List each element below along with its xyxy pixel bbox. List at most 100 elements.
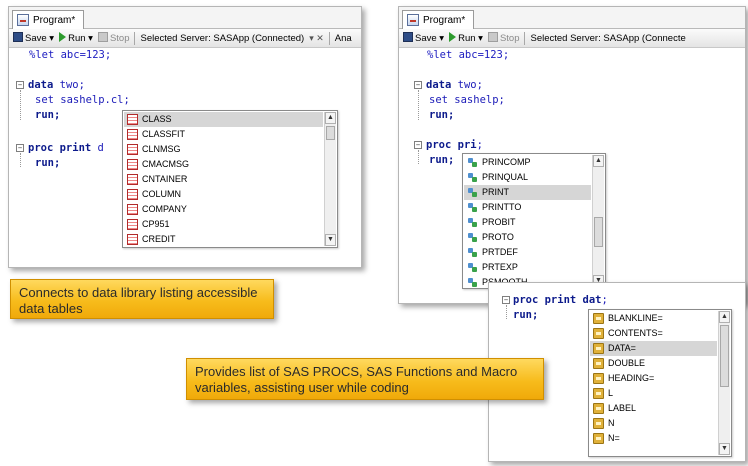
server-dropdown-icon[interactable]: ▾ ✕ xyxy=(309,33,324,44)
list-item-selected[interactable]: PRINT xyxy=(464,185,591,200)
list-item[interactable]: CMACMSG xyxy=(124,157,323,172)
list-item[interactable]: CLASSFIT xyxy=(124,127,323,142)
list-item[interactable]: COMPANY xyxy=(124,202,323,217)
scrollbar[interactable]: ▲ ▼ xyxy=(592,155,604,287)
save-icon xyxy=(403,32,413,42)
list-item[interactable]: HEADING= xyxy=(590,371,717,386)
scroll-up-icon[interactable]: ▲ xyxy=(593,155,604,167)
run-icon xyxy=(59,32,67,42)
autocomplete-option-list[interactable]: BLANKLINE= CONTENTS= DATA= DOUBLE HEADIN… xyxy=(588,309,732,457)
code-line: run; xyxy=(513,309,539,321)
callout-proc-list: Provides list of SAS PROCS, SAS Function… xyxy=(186,358,544,400)
code-line: data two; xyxy=(28,79,85,91)
scroll-thumb[interactable] xyxy=(326,126,335,140)
scrollbar[interactable]: ▲ ▼ xyxy=(324,112,336,246)
callout-data-library: Connects to data library listing accessi… xyxy=(10,279,274,319)
fold-guide xyxy=(418,150,419,164)
table-icon xyxy=(127,159,138,170)
list-item[interactable]: LABEL xyxy=(590,401,717,416)
autocomplete-proc-list[interactable]: PRINCOMP PRINQUAL PRINT PRINTTO PROBIT P… xyxy=(462,153,606,289)
procedure-icon xyxy=(467,232,478,243)
server-selector[interactable]: Selected Server: SASApp (Connecte xyxy=(530,33,685,44)
stop-button[interactable]: Stop xyxy=(97,32,129,44)
list-item[interactable]: CREDIT xyxy=(124,232,323,247)
table-icon xyxy=(127,144,138,155)
list-item-selected[interactable]: CLASS xyxy=(124,112,323,127)
fold-toggle[interactable]: − xyxy=(414,81,422,89)
toolbar-separator xyxy=(134,31,136,45)
tab-program[interactable]: Program* xyxy=(402,10,475,29)
toolbar-separator xyxy=(328,31,330,45)
scrollbar[interactable]: ▲ ▼ xyxy=(718,311,730,455)
scroll-up-icon[interactable]: ▲ xyxy=(719,311,730,323)
scroll-thumb[interactable] xyxy=(720,325,729,387)
list-item[interactable]: CNTAINER xyxy=(124,172,323,187)
code-line: proc print dat; xyxy=(513,294,608,306)
run-button[interactable]: Run ▾ xyxy=(59,32,93,44)
list-item[interactable]: N= xyxy=(590,431,717,446)
list-item[interactable]: PROTO xyxy=(464,230,591,245)
analyze-button[interactable]: Ana xyxy=(335,33,352,44)
save-button[interactable]: Save ▾ xyxy=(13,32,54,44)
scroll-thumb[interactable] xyxy=(594,217,603,247)
scroll-down-icon[interactable]: ▼ xyxy=(325,234,336,246)
fold-toggle[interactable]: − xyxy=(16,81,24,89)
option-icon xyxy=(593,358,604,369)
editor-toolbar: Save ▾ Run ▾ Stop Selected Server: SASAp… xyxy=(9,29,361,48)
code-line: %let abc=123; xyxy=(29,49,112,61)
save-button[interactable]: Save ▾ xyxy=(403,32,444,44)
list-item[interactable]: CONTENTS= xyxy=(590,326,717,341)
stop-icon xyxy=(487,32,498,42)
list-item-selected[interactable]: DATA= xyxy=(590,341,717,356)
list-item[interactable]: PROBIT xyxy=(464,215,591,230)
list-item[interactable]: COLUMN xyxy=(124,187,323,202)
code-line: set sashelp; xyxy=(429,94,505,106)
list-item[interactable]: L xyxy=(590,386,717,401)
fold-toggle[interactable]: − xyxy=(414,141,422,149)
scroll-up-icon[interactable]: ▲ xyxy=(325,112,336,124)
code-line: %let abc=123; xyxy=(427,49,510,61)
fold-toggle[interactable]: − xyxy=(502,296,510,304)
list-item[interactable]: PRINTTO xyxy=(464,200,591,215)
procedure-icon xyxy=(467,157,478,168)
table-icon xyxy=(127,174,138,185)
list-item[interactable]: PRINCOMP xyxy=(464,155,591,170)
list-item[interactable]: DOUBLE xyxy=(590,356,717,371)
option-icon xyxy=(593,418,604,429)
toolbar-separator xyxy=(524,31,526,45)
procedure-icon xyxy=(467,202,478,213)
option-icon xyxy=(593,343,604,354)
fold-guide xyxy=(20,153,21,167)
run-button[interactable]: Run ▾ xyxy=(449,32,483,44)
list-item[interactable]: N xyxy=(590,416,717,431)
autocomplete-table-list[interactable]: CLASS CLASSFIT CLNMSG CMACMSG CNTAINER C… xyxy=(122,110,338,248)
scroll-down-icon[interactable]: ▼ xyxy=(719,443,730,455)
fold-guide xyxy=(418,90,419,120)
tab-label: Program* xyxy=(33,14,76,26)
server-selector[interactable]: Selected Server: SASApp (Connected) xyxy=(140,33,304,44)
code-line: run; xyxy=(35,157,61,169)
list-item[interactable]: CP951 xyxy=(124,217,323,232)
fold-toggle[interactable]: − xyxy=(16,144,24,152)
table-icon xyxy=(127,114,138,125)
code-line: run; xyxy=(35,109,61,121)
tab-program[interactable]: Program* xyxy=(12,10,85,29)
procedure-icon xyxy=(467,217,478,228)
stop-button[interactable]: Stop xyxy=(487,32,519,44)
list-item[interactable]: BLANKLINE= xyxy=(590,311,717,326)
list-item[interactable]: PRTEXP xyxy=(464,260,591,275)
option-icon xyxy=(593,373,604,384)
table-icon xyxy=(127,189,138,200)
option-icon xyxy=(593,328,604,339)
table-icon xyxy=(127,219,138,230)
code-line: data two; xyxy=(426,79,483,91)
code-line: proc pri; xyxy=(426,139,483,151)
option-icon xyxy=(593,403,604,414)
fold-guide xyxy=(20,90,21,120)
table-icon xyxy=(127,234,138,245)
list-item[interactable]: CLNMSG xyxy=(124,142,323,157)
run-icon xyxy=(449,32,457,42)
fold-guide xyxy=(506,305,507,319)
list-item[interactable]: PRTDEF xyxy=(464,245,591,260)
list-item[interactable]: PRINQUAL xyxy=(464,170,591,185)
